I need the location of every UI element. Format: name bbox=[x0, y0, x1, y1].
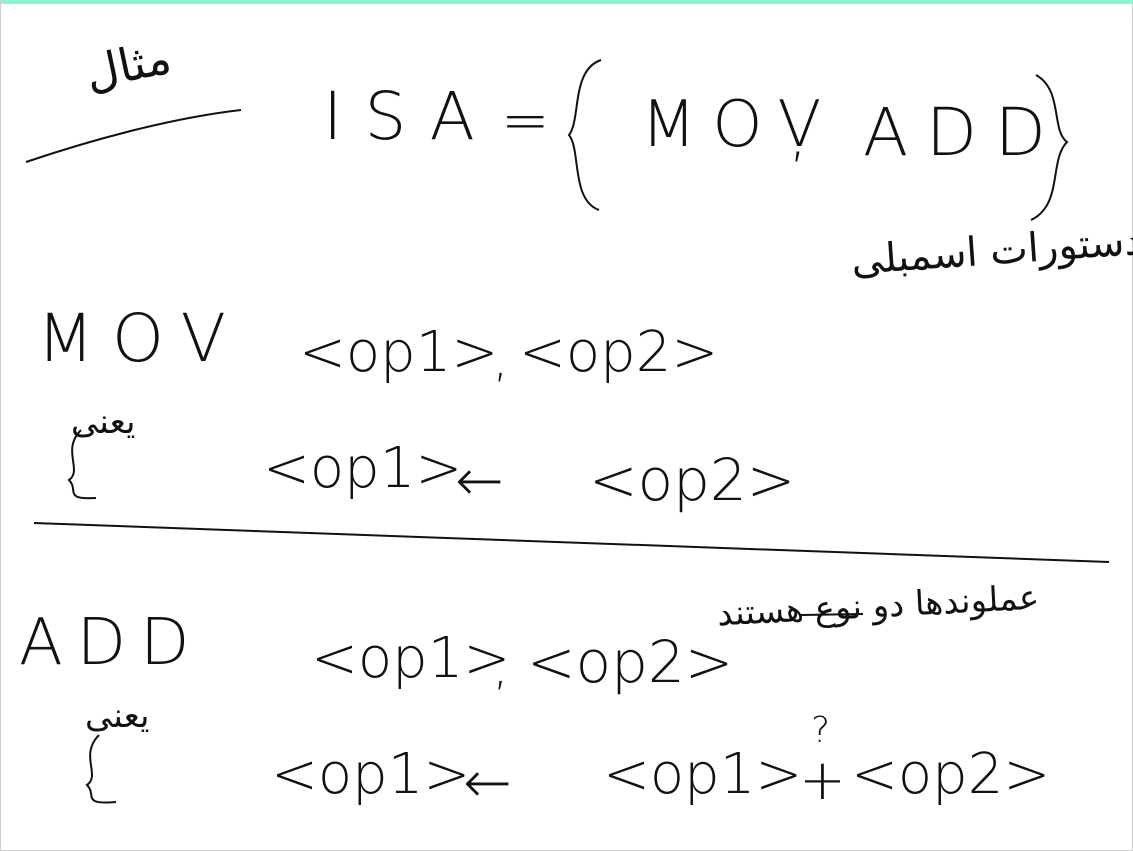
mov-mnemonic: MOV bbox=[37, 300, 244, 377]
isa-label: ISA bbox=[323, 78, 497, 155]
add-plus-operator: + bbox=[799, 748, 846, 813]
isa-separator: , bbox=[789, 104, 807, 169]
whiteboard-canvas: مثال ISA = MOV , ADD دستورات اسمبلی MOV … bbox=[0, 0, 1133, 851]
add-operand1: <op1> bbox=[311, 626, 511, 691]
mov-operand1: <op1> bbox=[299, 320, 499, 385]
isa-equals: = bbox=[501, 86, 550, 154]
add-comma: , bbox=[493, 640, 509, 696]
add-meaning-brace bbox=[85, 734, 117, 804]
example-underline bbox=[25, 109, 242, 163]
mov-operand2: <op2> bbox=[519, 320, 719, 385]
add-question-mark: ? bbox=[811, 710, 831, 751]
add-meaning-lhs: <op1> bbox=[271, 742, 471, 807]
add-mnemonic: ADD bbox=[19, 606, 204, 680]
add-meaning-rhs-a: <op1> bbox=[603, 742, 803, 807]
mov-meaning-label: یعنی bbox=[71, 402, 136, 442]
mov-meaning-arrow-icon: ← bbox=[455, 446, 504, 514]
mov-meaning-lhs: <op1> bbox=[263, 436, 463, 501]
isa-open-brace bbox=[567, 59, 602, 211]
section-divider bbox=[33, 522, 1110, 563]
mov-meaning-rhs: <op2> bbox=[589, 446, 796, 514]
add-meaning-arrow-icon: ← bbox=[463, 748, 512, 816]
add-meaning-rhs-b: <op2> bbox=[851, 742, 1051, 807]
add-divider-faint bbox=[701, 570, 1101, 572]
add-operand2: <op2> bbox=[527, 628, 734, 696]
isa-instruction-mov: MOV bbox=[641, 88, 838, 162]
mov-comma: , bbox=[493, 332, 509, 388]
isa-instruction-add: ADD bbox=[863, 94, 1064, 171]
add-meaning-label: یعنی bbox=[85, 696, 150, 736]
